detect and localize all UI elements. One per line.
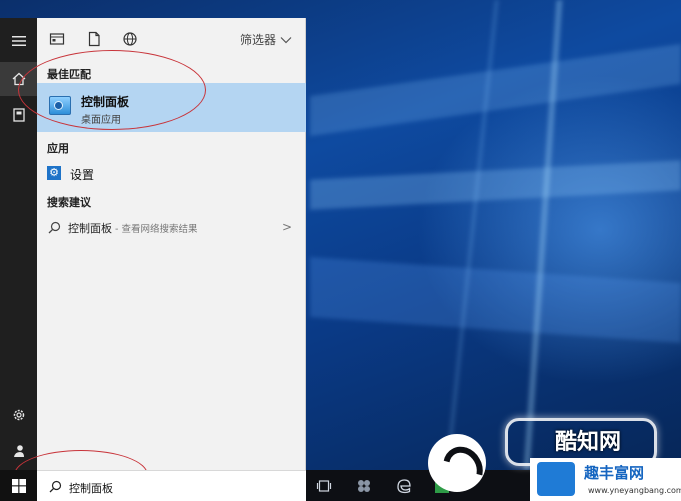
document-icon[interactable] (86, 31, 102, 47)
section-title-suggestions: 搜索建议 (47, 196, 91, 209)
apps-filter-icon[interactable] (49, 31, 65, 47)
app-grid-icon[interactable] (356, 478, 372, 494)
suggestion-item[interactable]: 控制面板 - 查看网络搜索结果 > (37, 218, 306, 236)
edge-browser-icon[interactable] (396, 478, 412, 494)
watermark-house-icon (537, 462, 575, 496)
suggestion-main: 控制面板 (68, 222, 112, 235)
section-title-apps: 应用 (47, 142, 69, 155)
watermark-url: www.yneyangbang.com (588, 486, 681, 495)
settings-gear-icon: ⚙ (47, 166, 61, 180)
windows-icon (11, 478, 26, 493)
wallpaper-light-beam (310, 43, 681, 137)
globe-icon[interactable] (122, 31, 138, 47)
app-item-settings[interactable]: ⚙ 设置 (37, 163, 306, 185)
start-button[interactable] (0, 470, 37, 501)
watermark-subtitle: 趣丰富网 (584, 464, 645, 482)
settings-rail-button[interactable] (0, 398, 37, 432)
search-input[interactable]: 控制面板 (69, 480, 113, 496)
search-box[interactable]: 控制面板 (37, 470, 306, 501)
watermark-logo (428, 434, 486, 492)
notebook-icon (12, 108, 25, 122)
search-icon (48, 221, 61, 234)
user-icon (13, 445, 24, 457)
filter-dropdown[interactable]: 筛选器 (240, 31, 292, 48)
wallpaper-light-beam (445, 0, 499, 470)
menu-button[interactable] (0, 24, 37, 58)
watermark-title: 酷知网 (555, 429, 622, 455)
menu-icon (11, 36, 26, 46)
wallpaper-light-beam (310, 160, 681, 210)
search-icon (49, 480, 62, 493)
gear-icon (13, 409, 24, 421)
suggestion-sub: - 查看网络搜索结果 (112, 224, 198, 235)
suggestion-text: 控制面板 - 查看网络搜索结果 (68, 220, 197, 236)
chevron-right-icon: > (281, 220, 292, 234)
wallpaper-light-beam (310, 257, 681, 343)
app-item-label: 设置 (70, 168, 95, 182)
chevron-down-icon (280, 36, 292, 43)
filter-label: 筛选器 (239, 33, 276, 47)
annotation-ellipse-best-match (18, 50, 206, 130)
task-view-icon[interactable] (316, 478, 332, 494)
